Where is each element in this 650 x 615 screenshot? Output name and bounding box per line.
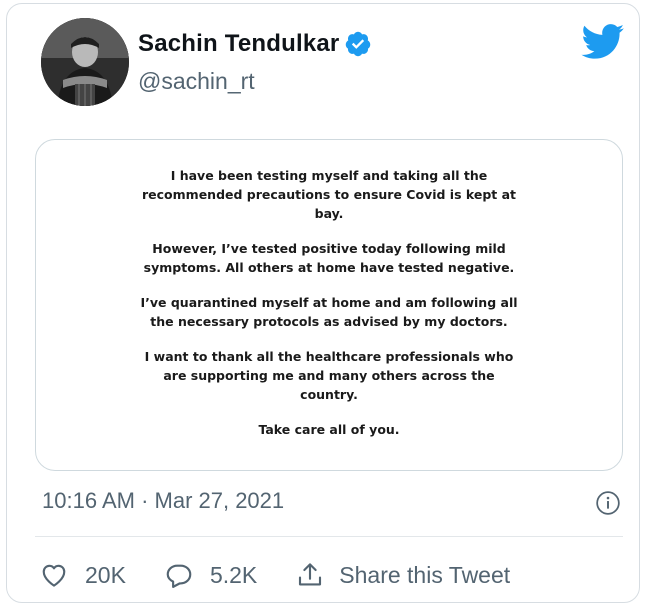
like-button[interactable]: 20K	[39, 560, 126, 590]
author-name[interactable]: Sachin Tendulkar	[138, 30, 339, 58]
info-icon[interactable]	[595, 490, 621, 516]
tweet-timestamp[interactable]: 10:16 AM · Mar 27, 2021	[42, 488, 284, 514]
reply-button[interactable]: 5.2K	[164, 560, 257, 590]
reply-count: 5.2K	[209, 561, 258, 588]
share-button[interactable]: Share this Tweet	[295, 560, 510, 590]
divider	[35, 536, 623, 537]
tweet-image-note[interactable]: I have been testing myself and taking al…	[35, 139, 623, 471]
share-label: Share this Tweet	[339, 561, 511, 588]
statement-text: I have been testing myself and taking al…	[36, 166, 622, 439]
like-count: 20K	[85, 561, 126, 588]
heart-icon	[42, 564, 66, 587]
statement-paragraph: Take care all of you.	[258, 422, 400, 437]
statement-paragraph: I’ve quarantined myself at home and am f…	[140, 295, 518, 329]
reply-bubble-icon	[166, 564, 192, 588]
tweet-card: Sachin Tendulkar @sachin_rt I have been …	[6, 3, 640, 603]
verified-badge-icon	[346, 31, 371, 57]
author-row: Sachin Tendulkar	[138, 30, 372, 58]
avatar-photo	[41, 18, 129, 106]
statement-paragraph: However, I’ve tested positive today foll…	[143, 241, 515, 275]
avatar[interactable]	[41, 18, 129, 106]
share-icon	[299, 563, 322, 586]
twitter-bird-icon[interactable]	[581, 24, 625, 60]
tweet-actions: 20K 5.2K Share this Tweet	[39, 557, 548, 593]
author-handle[interactable]: @sachin_rt	[138, 68, 255, 95]
statement-paragraph: I want to thank all the healthcare profe…	[144, 349, 514, 402]
statement-paragraph: I have been testing myself and taking al…	[142, 168, 516, 221]
